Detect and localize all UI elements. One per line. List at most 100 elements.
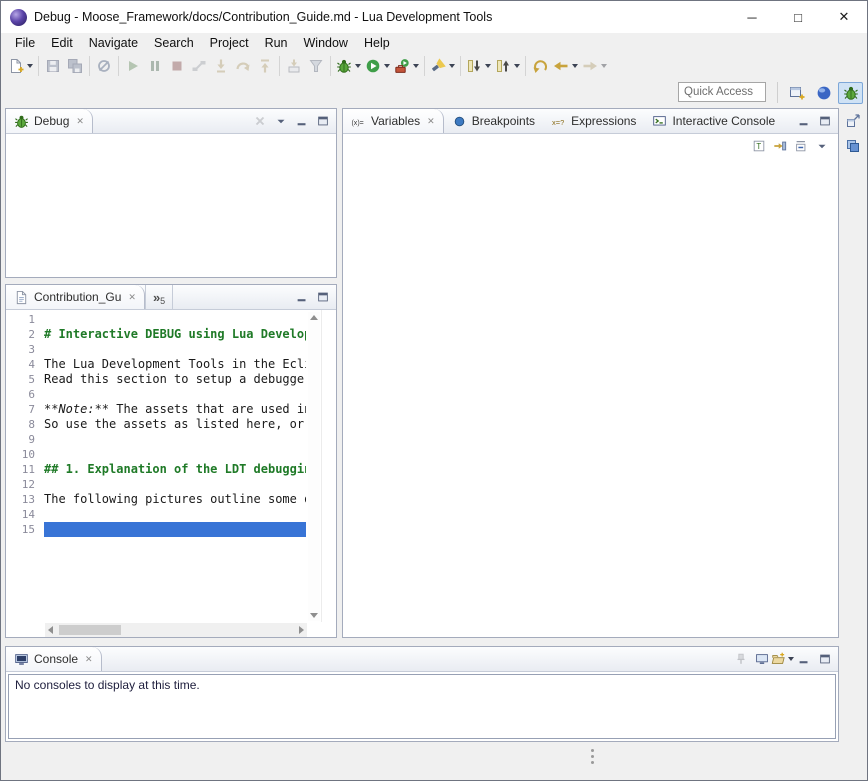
ext-tools-icon [394, 58, 410, 74]
open-console-button[interactable] [772, 649, 793, 669]
variables-content[interactable] [343, 158, 838, 637]
dropdown-arrow-icon[interactable] [413, 64, 419, 68]
minimize-view-button[interactable] [793, 649, 814, 669]
dropdown-arrow-icon[interactable] [485, 64, 491, 68]
editor-area[interactable]: 12# Interactive DEBUG using Lua Develop3… [6, 310, 336, 637]
restore-minimized-views-button[interactable] [842, 110, 864, 132]
maximize-view-button[interactable] [814, 111, 835, 131]
collapse-all-button[interactable] [790, 136, 811, 156]
menu-run[interactable]: Run [257, 33, 296, 53]
run-button[interactable] [363, 55, 392, 77]
editor-horizontal-scrollbar[interactable] [45, 623, 307, 637]
scroll-left-arrow-icon[interactable] [48, 626, 53, 634]
menu-search[interactable]: Search [146, 33, 202, 53]
disconnect-icon [191, 58, 207, 74]
menu-project[interactable]: Project [202, 33, 257, 53]
dropdown-arrow-icon[interactable] [449, 64, 455, 68]
line-number: 15 [6, 522, 44, 537]
tab-console[interactable]: Console ✕ [6, 647, 102, 671]
editor-vertical-scrollbar[interactable] [308, 312, 320, 621]
debug-perspective-icon [843, 85, 859, 101]
close-icon[interactable]: ✕ [76, 116, 84, 127]
dropdown-arrow-icon[interactable] [514, 64, 520, 68]
minimize-window-button[interactable]: ─ [729, 1, 775, 33]
ldt-perspective-button[interactable] [811, 82, 836, 104]
minimize-view-button[interactable] [291, 111, 312, 131]
expressions-icon: x=? [551, 114, 566, 129]
quick-access-input[interactable]: Quick Access [678, 82, 766, 102]
maximize-icon [818, 652, 832, 666]
secondary-toolbar: Quick Access [1, 79, 867, 105]
pin-console-button [730, 649, 751, 669]
sash-drag-handle[interactable] [591, 749, 594, 764]
toolbar-separator [38, 56, 39, 76]
maximize-view-button[interactable] [312, 111, 333, 131]
menu-window[interactable]: Window [296, 33, 356, 53]
maximize-window-button[interactable]: □ [775, 1, 821, 33]
close-icon[interactable]: ✕ [85, 654, 93, 665]
view-menu-button[interactable] [270, 111, 291, 131]
menu-help[interactable]: Help [356, 33, 398, 53]
debug-button[interactable] [334, 55, 363, 77]
minimized-view-button[interactable] [842, 135, 864, 157]
dropdown-arrow-icon[interactable] [384, 64, 390, 68]
tab-debug[interactable]: Debug ✕ [6, 109, 93, 133]
maximize-view-button[interactable] [312, 287, 333, 307]
view-menu-button[interactable] [811, 136, 832, 156]
back-button[interactable] [551, 55, 580, 77]
minimize-icon [295, 114, 309, 128]
debug-view-content[interactable] [6, 134, 336, 277]
next-annotation-button[interactable] [464, 55, 493, 77]
show-type-names-button[interactable]: T [748, 136, 769, 156]
maximize-view-button[interactable] [814, 649, 835, 669]
display-selected-console-button[interactable] [751, 649, 772, 669]
scroll-down-arrow-icon[interactable] [310, 613, 318, 618]
close-icon[interactable]: ✕ [427, 116, 435, 127]
editor-line: 8So use the assets as listed here, or y [6, 417, 306, 432]
last-edit-location-button[interactable] [529, 55, 551, 77]
minimized-view-icon [845, 138, 861, 154]
external-tools-button[interactable] [392, 55, 421, 77]
tab-expressions[interactable]: x=?Expressions [543, 109, 644, 133]
scroll-right-arrow-icon[interactable] [299, 626, 304, 634]
scrollbar-thumb[interactable] [59, 625, 121, 635]
debug-view-panel: Debug ✕ [5, 108, 337, 278]
editor-text-area[interactable]: 12# Interactive DEBUG using Lua Develop3… [6, 312, 306, 622]
tab-breakpoints[interactable]: Breakpoints [444, 109, 543, 133]
debug-perspective-button[interactable] [838, 82, 863, 104]
dropdown-arrow-icon[interactable] [355, 64, 361, 68]
editor-line: 2# Interactive DEBUG using Lua Develop [6, 327, 306, 342]
scroll-up-arrow-icon[interactable] [310, 315, 318, 320]
disconnect-button [188, 55, 210, 77]
previous-annotation-button[interactable] [493, 55, 522, 77]
debug-view-tabs: Debug ✕ [6, 109, 93, 133]
menu-file[interactable]: File [7, 33, 43, 53]
search-button[interactable] [428, 55, 457, 77]
console-content[interactable]: No consoles to display at this time. [8, 674, 836, 739]
close-icon[interactable]: ✕ [128, 292, 136, 303]
line-number: 8 [6, 417, 44, 432]
toolbar-separator [525, 56, 526, 76]
minimize-view-button[interactable] [793, 111, 814, 131]
open-perspective-button[interactable] [784, 82, 809, 104]
dropdown-arrow-icon[interactable] [572, 64, 578, 68]
dropdown-arrow-icon[interactable] [27, 64, 33, 68]
minimize-view-button[interactable] [291, 287, 312, 307]
menu-edit[interactable]: Edit [43, 33, 81, 53]
tab-contribution-guide[interactable]: Contribution_Gu ✕ [6, 285, 145, 309]
line-text [44, 342, 306, 357]
breakpoint-icon [452, 114, 467, 129]
menu-navigate[interactable]: Navigate [81, 33, 146, 53]
editor-line: 12 [6, 477, 306, 492]
editor-line: 14 [6, 507, 306, 522]
window-title: Debug - Moose_Framework/docs/Contributio… [34, 10, 492, 24]
toolbar-separator [89, 56, 90, 76]
tab-variables[interactable]: (x)=Variables✕ [343, 109, 444, 133]
dropdown-arrow-icon[interactable] [601, 64, 607, 68]
editor-tab-overflow-button[interactable]: »5 [145, 285, 173, 309]
show-logical-structures-button[interactable] [769, 136, 790, 156]
skip-bp-icon [96, 58, 112, 74]
new-button[interactable] [6, 55, 35, 77]
tab-interactive-console[interactable]: Interactive Console [644, 109, 783, 133]
close-window-button[interactable]: ✕ [821, 1, 867, 33]
